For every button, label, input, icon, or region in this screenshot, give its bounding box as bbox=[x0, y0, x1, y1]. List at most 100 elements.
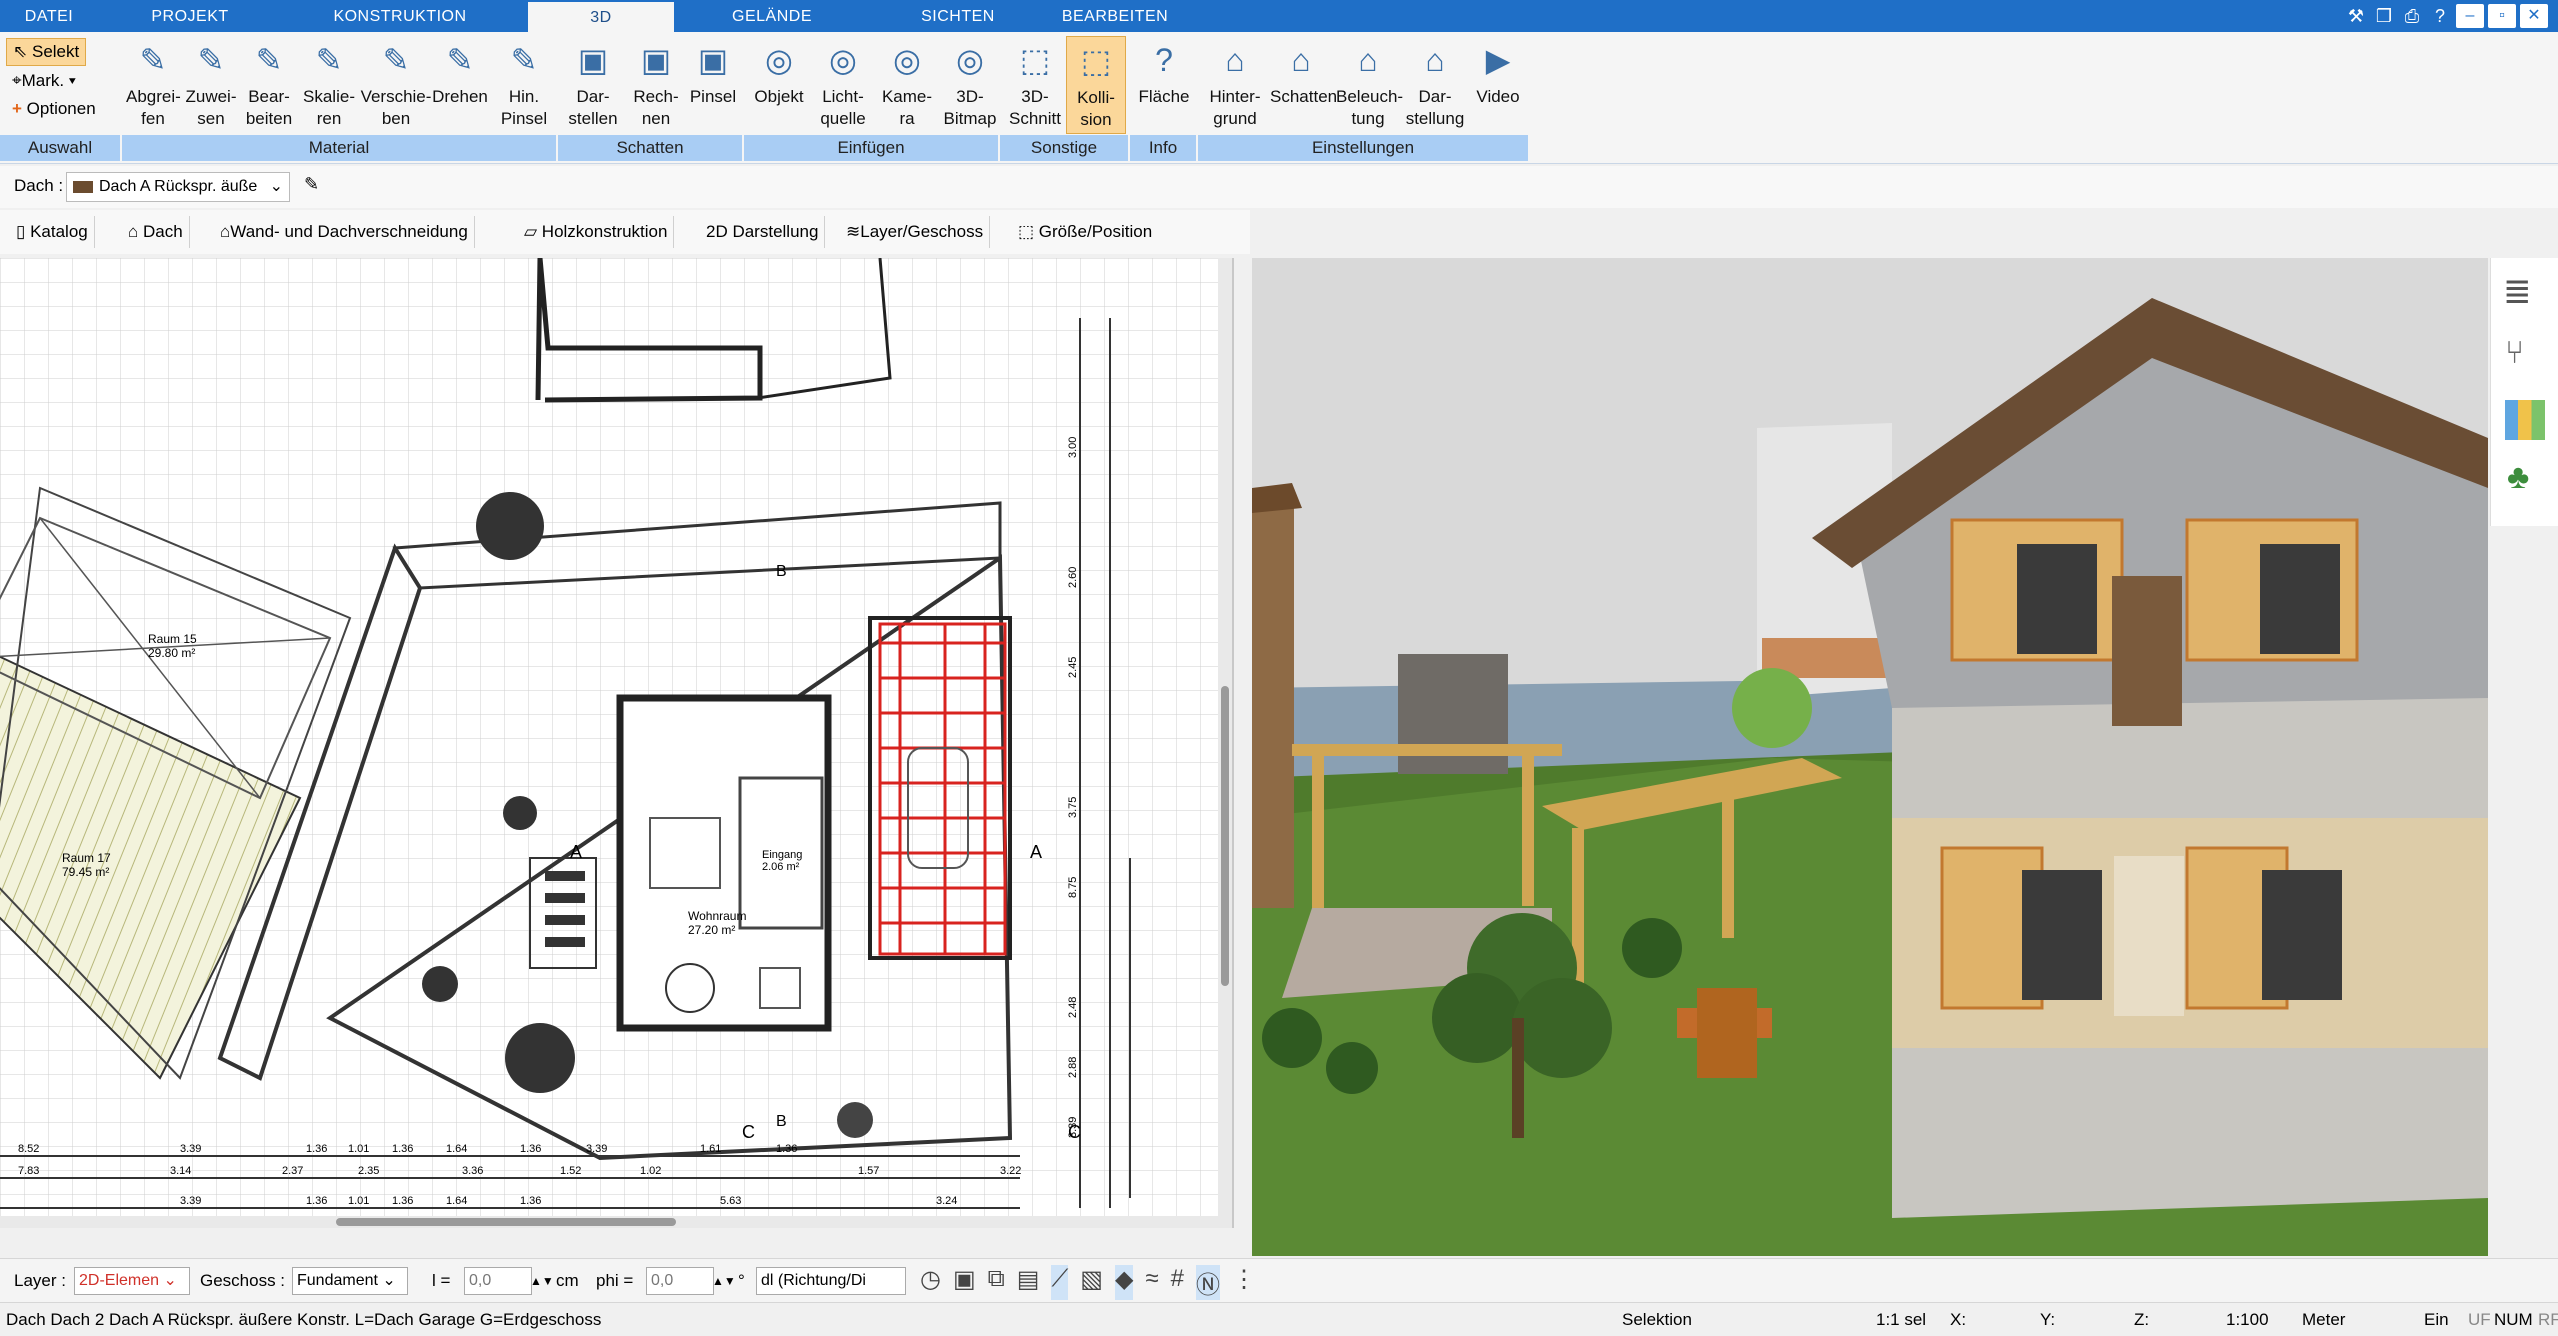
ribbon-material-button-0[interactable]: ✎ Abgrei-fen bbox=[126, 36, 181, 132]
geschoss-label: Geschoss : bbox=[200, 1271, 286, 1290]
tree-icon[interactable]: ♣ bbox=[2507, 458, 2529, 497]
wave-icon[interactable]: ≈ bbox=[1145, 1265, 1158, 1300]
plan-vertical-scrollbar[interactable] bbox=[1218, 258, 1232, 1228]
ribbon-schatten-button-1[interactable]: ▣ Rech-nen bbox=[626, 36, 686, 132]
print-icon[interactable]: ⎙ bbox=[2400, 4, 2424, 28]
layer-geschoss-button[interactable]: ≋Layer/Geschoss bbox=[840, 216, 991, 248]
ribbon-button-label: Pinsel bbox=[689, 87, 737, 106]
minimize-button[interactable]: – bbox=[2456, 4, 2484, 28]
ribbon-schatten-button-2[interactable]: ▣ Pinsel bbox=[684, 36, 742, 132]
ribbon-material-button-3[interactable]: ✎ Skalie-ren bbox=[300, 36, 358, 132]
ribbon-material-button-5[interactable]: ✎ Drehen bbox=[430, 36, 490, 132]
north-icon[interactable]: Ⓝ bbox=[1195, 1265, 1220, 1300]
monitor-icon[interactable]: ▣ bbox=[953, 1265, 976, 1300]
tab-datei[interactable]: DATEI bbox=[0, 0, 98, 32]
ribbon-button-label: 3D- bbox=[1021, 87, 1049, 106]
katalog-button[interactable]: ▯ Katalog bbox=[10, 216, 95, 248]
plan-horizontal-scrollbar[interactable] bbox=[0, 1216, 1218, 1228]
chair-icon[interactable]: ⑂ bbox=[2505, 334, 2524, 371]
grid-icon[interactable]: # bbox=[1171, 1265, 1184, 1300]
dimension-label: 1.36 bbox=[776, 1143, 797, 1155]
more-icon[interactable]: ⋮ bbox=[1232, 1265, 1256, 1300]
ribbon-einstellungen-button-1[interactable]: ⌂ Schatten bbox=[1270, 36, 1337, 132]
scrollbar-thumb[interactable] bbox=[1221, 686, 1229, 986]
ribbon-button-label: Drehen bbox=[432, 87, 488, 106]
l-input[interactable]: 0,0 bbox=[464, 1267, 532, 1295]
tab-gelaende[interactable]: GELÄNDE bbox=[690, 0, 854, 32]
tab-bearbeiten[interactable]: BEARBEITEN bbox=[1050, 0, 1180, 32]
section-marker: C bbox=[742, 1122, 755, 1142]
scrollbar-thumb[interactable] bbox=[336, 1218, 676, 1226]
tab-projekt[interactable]: PROJEKT bbox=[100, 0, 280, 32]
group-einfuegen: Einfügen bbox=[744, 135, 1000, 161]
clock-icon[interactable]: ◷ bbox=[920, 1265, 941, 1300]
maximize-button[interactable]: ▫ bbox=[2488, 4, 2516, 28]
ribbon-material-button-4[interactable]: ✎ Verschie-ben bbox=[356, 36, 436, 132]
tab-sichten[interactable]: SICHTEN bbox=[870, 0, 1046, 32]
3d-view[interactable] bbox=[1252, 258, 2488, 1256]
layers-stack-icon[interactable]: ≣ bbox=[2503, 272, 2532, 312]
ribbon-button-label: sen bbox=[197, 109, 225, 128]
size-frame-icon: ⬚ bbox=[1018, 222, 1039, 241]
eingang-label: Eingang bbox=[762, 849, 802, 861]
ribbon-button-label: grund bbox=[1213, 109, 1257, 128]
phi-label: phi = bbox=[596, 1271, 634, 1290]
tools-icon[interactable]: ⚒ bbox=[2344, 4, 2368, 28]
l-unit: cm bbox=[556, 1271, 579, 1290]
layer-select[interactable]: 2D-Elemen ⌄ bbox=[74, 1267, 190, 1295]
ribbon-button-label: Kame- bbox=[881, 87, 933, 106]
ribbon-einfuegen-button-3[interactable]: ◎ 3D- Bitmap bbox=[942, 36, 998, 132]
plane-icon[interactable]: ◆ bbox=[1114, 1265, 1134, 1300]
optionen-button[interactable]: + Optionen bbox=[6, 96, 102, 122]
dl-select[interactable]: dl (Richtung/Di bbox=[756, 1267, 906, 1295]
ribbon-einstellungen-button-0[interactable]: ⌂ Hinter-grund bbox=[1202, 36, 1268, 132]
verschneidung-button[interactable]: ⌂Wand- und Dachverschneidung bbox=[214, 216, 475, 248]
ribbon-material-button-2[interactable]: ✎ Bear-beiten bbox=[240, 36, 298, 132]
ribbon-material-button-1[interactable]: ✎ Zuwei-sen bbox=[184, 36, 238, 132]
help-icon[interactable]: ? bbox=[2428, 4, 2452, 28]
dimension-label: 3.75 bbox=[1067, 797, 1079, 818]
ribbon-einfuegen-button-0[interactable]: ◎ Objekt bbox=[748, 36, 810, 132]
ribbon-button-label: Abgrei- bbox=[126, 87, 181, 106]
phi-input[interactable]: 0,0 bbox=[646, 1267, 714, 1295]
mark-button[interactable]: ⌖Mark. ▾ bbox=[6, 68, 82, 94]
groesse-position-button[interactable]: ⬚ Größe/Position bbox=[1012, 216, 1158, 248]
dimension-label: 2.88 bbox=[1067, 1057, 1079, 1078]
ribbon-einstellungen-button-3[interactable]: ⌂ Dar-stellung bbox=[1404, 36, 1466, 132]
ribbon-schatten-button-0[interactable]: ▣ Dar-stellen bbox=[562, 36, 624, 132]
restore-layout-icon[interactable]: ❐ bbox=[2372, 4, 2396, 28]
edit-material-icon: ✎ bbox=[255, 42, 283, 78]
ribbon-sonstige-button-0[interactable]: ⬚ 3D- Schnitt bbox=[1004, 36, 1066, 132]
holzkonstruktion-button[interactable]: ▱ Holzkonstruktion bbox=[518, 216, 675, 248]
2d-darstellung-button[interactable]: 2D Darstellung bbox=[700, 216, 826, 248]
dach-select[interactable]: Dach A Rückspr. äuße ⌄ bbox=[66, 172, 290, 202]
layer-copy-icon[interactable]: ⧉ bbox=[988, 1265, 1005, 1300]
background-house-icon: ⌂ bbox=[1225, 42, 1245, 78]
ribbon-einstellungen-button-4[interactable]: ▶ Video bbox=[1470, 36, 1526, 132]
floor-plan-2d-view[interactable]: Raum 15 29.80 m² Raum 17 79.45 m² Wohnra… bbox=[0, 258, 1234, 1228]
phi-stepper-icon[interactable]: ▲▼ bbox=[712, 1259, 736, 1303]
ribbon-info-button-0[interactable]: ? Fläche bbox=[1134, 36, 1194, 132]
floor-plan-drawing: Raum 15 29.80 m² Raum 17 79.45 m² Wohnra… bbox=[0, 258, 1218, 1228]
ribbon-material-button-6[interactable]: ✎ Hin. Pinsel bbox=[494, 36, 554, 132]
line-snap-icon[interactable]: ⟋ bbox=[1051, 1265, 1069, 1300]
hatch-icon[interactable]: ▧ bbox=[1080, 1265, 1103, 1300]
l-stepper-icon[interactable]: ▲▼ bbox=[530, 1259, 554, 1303]
ribbon-sonstige-button-1[interactable]: ⬚ Kolli-sion bbox=[1066, 36, 1126, 134]
ribbon-button-label: Objekt bbox=[754, 87, 804, 106]
chevron-down-icon: ⌄ bbox=[163, 1272, 177, 1289]
ribbon-button-label: stellen bbox=[568, 109, 618, 128]
ribbon-einfuegen-button-2[interactable]: ◎ Kame-ra bbox=[878, 36, 936, 132]
selekt-button[interactable]: ⇖ Selekt bbox=[6, 38, 87, 66]
close-button[interactable]: ✕ bbox=[2520, 4, 2548, 28]
geschoss-select[interactable]: Fundament ⌄ bbox=[292, 1267, 408, 1295]
tab-konstruktion[interactable]: KONSTRUKTION bbox=[290, 0, 510, 32]
ribbon-einfuegen-button-1[interactable]: ◎ Licht-quelle bbox=[810, 36, 876, 132]
color-palette-icon[interactable] bbox=[2505, 400, 2545, 440]
ribbon-tab-bar: DATEI PROJEKT KONSTRUKTION 3D GELÄNDE SI… bbox=[0, 0, 2558, 32]
dach-button[interactable]: ⌂ Dach bbox=[122, 216, 190, 248]
ribbon-einstellungen-button-2[interactable]: ⌂ Beleuch-tung bbox=[1336, 36, 1403, 132]
tab-3d[interactable]: 3D bbox=[528, 2, 674, 32]
edit-pencil-icon[interactable]: ✎ bbox=[304, 174, 319, 195]
print-area-icon[interactable]: ▤ bbox=[1017, 1265, 1040, 1300]
